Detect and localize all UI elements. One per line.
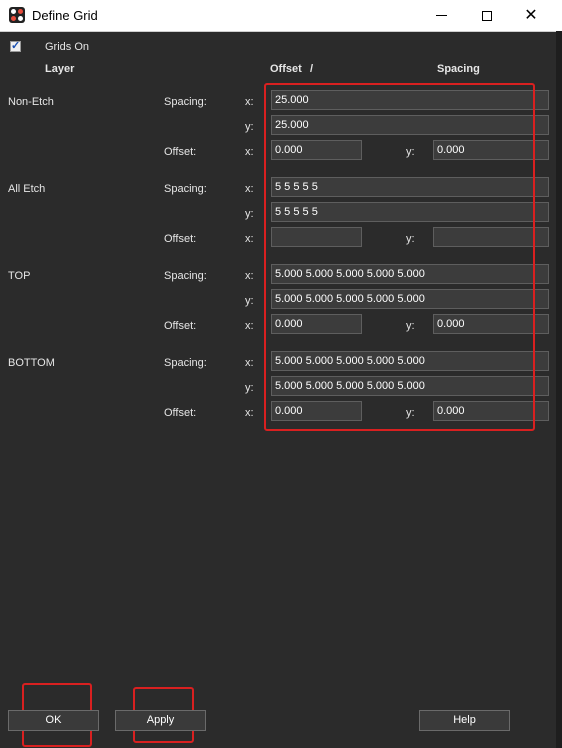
x-label: x: [245, 270, 254, 282]
header-slash: / [310, 63, 314, 75]
offset-label: Offset: [164, 407, 197, 419]
spacing-label: Spacing: [164, 183, 207, 195]
layer-name: TOP [8, 270, 31, 282]
y-label: y: [245, 121, 254, 133]
spacing-label: Spacing: [164, 96, 207, 108]
grids-on-checkbox[interactable] [10, 39, 21, 52]
spacing-label: Spacing: [164, 357, 207, 369]
close-icon: ✕ [524, 6, 538, 24]
x-label: x: [245, 183, 254, 195]
y-label: y: [245, 382, 254, 394]
window-title: Define Grid [32, 8, 98, 23]
maximize-button[interactable] [464, 0, 510, 31]
header-offset: Offset [270, 63, 302, 75]
layer-name: All Etch [8, 183, 46, 195]
offset-label: Offset: [164, 146, 197, 158]
offset-label: Offset: [164, 320, 197, 332]
y-label: y: [245, 295, 254, 307]
x-label: x: [245, 146, 254, 158]
x-label: x: [245, 96, 254, 108]
close-button[interactable]: ✕ [508, 0, 554, 31]
apply-button[interactable]: Apply [115, 710, 206, 731]
x-label: x: [245, 407, 254, 419]
app-icon [9, 7, 25, 23]
header-spacing: Spacing [437, 63, 480, 75]
title-bar: Define Grid ✕ [0, 0, 562, 32]
offset-label: Offset: [164, 233, 197, 245]
x-label: x: [245, 233, 254, 245]
x-label: x: [245, 357, 254, 369]
spacing-label: Spacing: [164, 270, 207, 282]
window-border [556, 31, 562, 748]
highlight-box-fields [264, 83, 535, 431]
help-button[interactable]: Help [419, 710, 510, 731]
x-label: x: [245, 320, 254, 332]
layer-name: Non-Etch [8, 96, 54, 108]
ok-button[interactable]: OK [8, 710, 99, 731]
grids-on-label: Grids On [45, 41, 90, 53]
minimize-button[interactable] [418, 0, 464, 31]
minimize-icon [435, 15, 447, 16]
layer-name: BOTTOM [8, 357, 55, 369]
y-label: y: [245, 208, 254, 220]
header-layer: Layer [45, 63, 75, 75]
maximize-icon [482, 10, 492, 21]
